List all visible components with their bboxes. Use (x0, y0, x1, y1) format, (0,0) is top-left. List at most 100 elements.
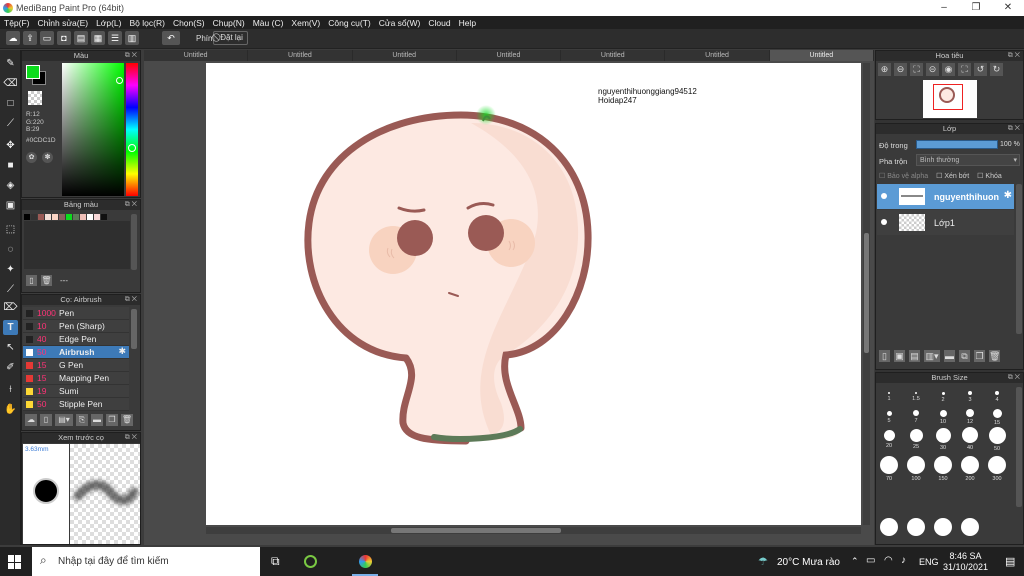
shape-tool-icon[interactable]: □ (3, 96, 18, 111)
restore-icon[interactable]: ❐ (960, 0, 992, 16)
saturation-value-field[interactable] (62, 63, 124, 196)
tab-untitled-active[interactable]: Untitled (769, 50, 874, 61)
menu-edit[interactable]: Chỉnh sửa(E) (38, 18, 89, 28)
brush-size-option[interactable] (909, 428, 923, 442)
visibility-icon[interactable] (881, 219, 887, 225)
menu-help[interactable]: Help (459, 18, 476, 28)
zoom-out-icon[interactable]: ⊖ (894, 63, 907, 76)
brush-size-option[interactable] (961, 456, 979, 474)
clipping-checkbox[interactable]: ☐ Xén bớt (936, 172, 969, 180)
brush-size-option[interactable] (941, 391, 945, 395)
close-icon[interactable]: ✕ (992, 0, 1024, 16)
delete-layer-icon[interactable]: 🗑 (989, 350, 1000, 362)
zoom-reset-icon[interactable]: ⊝ (926, 63, 939, 76)
gradient-tool-icon[interactable]: ▣ (3, 198, 18, 213)
brush-item[interactable]: 19 Sumi (23, 385, 129, 398)
brush-size-option[interactable] (992, 408, 1002, 418)
brush-size-option[interactable] (913, 410, 919, 416)
app-taskbar-icon[interactable] (304, 555, 317, 568)
brush-item-selected[interactable]: 50 Airbrush ✱ (23, 346, 129, 359)
palette-more[interactable]: --- (60, 276, 68, 285)
chat-icon[interactable]: ◘ (57, 31, 71, 45)
brush-list-scrollbar[interactable] (131, 309, 137, 349)
brush-size-option[interactable] (966, 409, 974, 417)
layer-item[interactable]: Lớp1 (877, 210, 1014, 235)
eyedropper-tool-icon[interactable]: ⟊ (3, 382, 18, 397)
menu-select[interactable]: Chọn(S) (173, 18, 205, 28)
network-icon[interactable]: ▭ (866, 555, 875, 566)
taskbar-search[interactable]: ⌕ Nhập tại đây để tìm kiếm (32, 547, 260, 576)
zoom-in-icon[interactable]: ⊕ (878, 63, 891, 76)
language-indicator[interactable]: ENG (919, 557, 939, 567)
menu-filter[interactable]: Bộ lọc(R) (130, 18, 165, 28)
fit-icon[interactable]: ⛶ (910, 63, 923, 76)
brush-size-option[interactable] (961, 518, 979, 536)
lock-checkbox[interactable]: ☐ Khóa (977, 172, 1002, 180)
sv-cursor[interactable] (116, 77, 123, 84)
hue-slider[interactable] (126, 63, 138, 196)
weather-text[interactable]: 20°C Mưa rào (777, 557, 840, 568)
brush-copy-icon[interactable]: ⎘ (76, 414, 88, 426)
brush-size-option[interactable] (939, 409, 947, 417)
brush-item[interactable]: 10 Pen (Sharp) (23, 320, 129, 333)
task-view-icon[interactable]: ⧉ (271, 554, 280, 569)
select-pen-tool-icon[interactable]: ⟋ (3, 282, 18, 297)
brush-size-option[interactable] (886, 410, 892, 416)
brush-size-option[interactable] (880, 456, 898, 474)
upload-icon[interactable]: ⇪ (23, 31, 37, 45)
vertical-scrollbar[interactable] (863, 63, 870, 525)
add-brush-icon[interactable]: ▯ (40, 414, 52, 426)
layer-folder-icon[interactable]: ▬ (944, 350, 955, 362)
rotate-right-icon[interactable]: ↻ (990, 63, 1003, 76)
fill-rect-tool-icon[interactable]: ■ (3, 158, 18, 173)
windows-start-icon[interactable] (8, 555, 22, 569)
lasso-tool-icon[interactable]: ◌ (3, 242, 18, 257)
menu-snap[interactable]: Chụp(N) (213, 18, 245, 28)
brush-folder-icon[interactable]: ▬ (91, 414, 103, 426)
brush-size-option[interactable] (935, 427, 951, 443)
brush-size-option[interactable] (934, 456, 952, 474)
blend-mode-select[interactable]: Bình thường ▾ (916, 154, 1020, 166)
transparent-color-swatch[interactable] (28, 91, 42, 105)
menu-view[interactable]: Xem(V) (291, 18, 320, 28)
tab-untitled[interactable]: Untitled (248, 50, 353, 61)
text-tool-icon[interactable]: T (3, 320, 18, 335)
brush-cloud-icon[interactable]: ☁ (25, 414, 37, 426)
volume-icon[interactable]: ♪ (901, 555, 906, 566)
foreground-color-swatch[interactable] (26, 65, 40, 79)
brush-size-option[interactable] (883, 429, 895, 441)
tab-untitled[interactable]: Untitled (144, 50, 249, 61)
cloud-icon[interactable]: ☁ (6, 31, 20, 45)
brush-item[interactable]: 40 Edge Pen (23, 333, 129, 346)
protect-alpha-checkbox[interactable]: ☐ Bảo vệ alpha (879, 172, 928, 180)
menu-tools[interactable]: Công cụ(T) (328, 18, 371, 28)
brush-size-option[interactable] (934, 518, 952, 536)
divide-tool-icon[interactable]: ✐ (3, 360, 18, 375)
bucket-tool-icon[interactable]: ◈ (3, 178, 18, 193)
brush-size-option[interactable] (988, 456, 1006, 474)
color-picker-icon[interactable]: ✽ (42, 152, 53, 163)
menu-cloud[interactable]: Cloud (428, 18, 450, 28)
grid-icon[interactable]: ▦ (91, 31, 105, 45)
brush-size-scrollbar[interactable] (1016, 387, 1022, 507)
hand-tool-icon[interactable]: ✋ (3, 402, 18, 417)
brush-item[interactable]: 50 Stipple Pen (23, 398, 129, 411)
brush-size-option[interactable] (907, 518, 925, 536)
list-icon[interactable]: ☰ (108, 31, 122, 45)
brush-size-option[interactable] (968, 391, 972, 395)
magic-wand-tool-icon[interactable]: ✦ (3, 262, 18, 277)
brush-size-option[interactable] (888, 392, 890, 394)
brush-size-option[interactable] (915, 392, 917, 394)
tab-untitled[interactable]: Untitled (457, 50, 562, 61)
navigator-thumbnail[interactable] (923, 80, 977, 118)
notification-icon[interactable]: ▤ (1005, 555, 1015, 568)
visibility-icon[interactable] (881, 193, 887, 199)
medibang-taskbar-icon[interactable] (359, 555, 372, 568)
brush-menu-icon[interactable]: ▤▾ (55, 414, 73, 426)
layer-scrollbar[interactable] (1016, 184, 1022, 334)
rotate-left-icon[interactable]: ↺ (974, 63, 987, 76)
new-halftone-layer-icon[interactable]: ▣ (894, 350, 905, 362)
palette-scrollbar[interactable] (131, 214, 137, 270)
menu-window[interactable]: Cửa sổ(W) (379, 18, 421, 28)
menu-file[interactable]: Tệp(F) (4, 18, 30, 28)
